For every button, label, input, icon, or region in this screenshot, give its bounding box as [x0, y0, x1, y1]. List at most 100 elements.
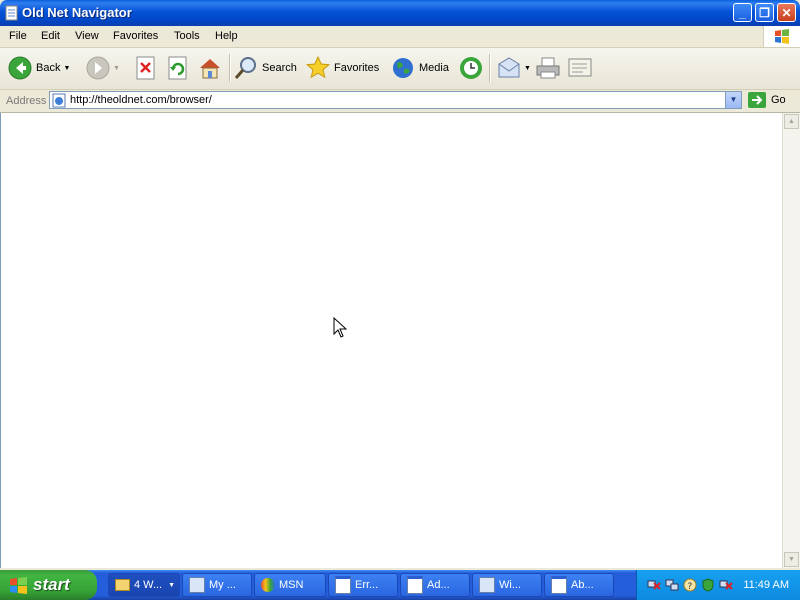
- window-icon: [407, 576, 423, 594]
- page-content[interactable]: [0, 113, 782, 568]
- start-label: start: [33, 575, 70, 594]
- taskbar-item-msn[interactable]: MSN: [254, 573, 326, 597]
- menu-bar: File Edit View Favorites Tools Help: [0, 26, 800, 48]
- favorites-label: Favorites: [334, 62, 380, 74]
- network-warning-icon[interactable]: [719, 578, 733, 592]
- msn-butterfly-icon: [261, 578, 275, 592]
- window-title: Old Net Navigator: [22, 5, 132, 20]
- forward-button[interactable]: ▼: [86, 55, 120, 81]
- restore-button[interactable]: ❐: [755, 3, 774, 22]
- star-icon: [306, 56, 330, 79]
- search-icon: [234, 57, 256, 79]
- print-button[interactable]: [535, 55, 561, 81]
- taskbar-item-my[interactable]: My ...: [182, 573, 252, 597]
- close-icon: ✕: [781, 6, 792, 20]
- window-icon: [551, 576, 567, 594]
- clock[interactable]: 11:49 AM: [743, 579, 789, 591]
- mail-icon: [498, 57, 520, 78]
- page-icon: [52, 93, 66, 108]
- windows-flag-icon: [775, 29, 789, 44]
- windows-flag-icon: [10, 577, 27, 594]
- edit-page-icon: [568, 58, 592, 77]
- search-label: Search: [262, 62, 297, 74]
- title-bar[interactable]: Old Net Navigator _ ❐ ✕: [0, 0, 800, 26]
- menu-file[interactable]: File: [9, 30, 27, 42]
- network-disconnected-icon[interactable]: [647, 578, 661, 592]
- go-arrow-icon: [748, 92, 766, 108]
- chevron-down-icon: ▼: [788, 556, 795, 563]
- media-label: Media: [419, 62, 449, 74]
- back-label: Back: [36, 62, 61, 74]
- taskbar-item-label: Err...: [355, 579, 379, 591]
- refresh-icon: [168, 56, 187, 80]
- taskbar-item-label: Ad...: [427, 579, 450, 591]
- media-globe-icon: [393, 58, 413, 78]
- taskbar-item-label: My ...: [209, 579, 236, 591]
- menu-tools[interactable]: Tools: [174, 30, 200, 42]
- mail-button[interactable]: ▼: [497, 55, 531, 81]
- chevron-down-icon: ▼: [729, 95, 738, 104]
- go-button[interactable]: Go: [748, 92, 786, 108]
- address-dropdown-button[interactable]: ▼: [725, 92, 741, 108]
- taskbar-item-ab[interactable]: Ab...: [544, 573, 614, 597]
- history-clock-icon: [460, 57, 482, 79]
- chevron-down-icon[interactable]: ▼: [524, 65, 531, 72]
- wizard-icon: [479, 577, 495, 593]
- taskbar-item-wi[interactable]: Wi...: [472, 573, 542, 597]
- address-url[interactable]: http://theoldnet.com/browser/: [70, 94, 212, 106]
- taskbar-item-ad[interactable]: Ad...: [400, 573, 470, 597]
- refresh-button[interactable]: [167, 55, 189, 81]
- mouse-cursor-icon: [333, 317, 347, 338]
- chevron-up-icon: ▲: [788, 118, 795, 125]
- back-button[interactable]: Back ▼: [8, 55, 70, 81]
- vertical-scrollbar[interactable]: ▲ ▼: [782, 113, 800, 568]
- forward-arrow-icon: [86, 56, 110, 80]
- scroll-up-button[interactable]: ▲: [784, 114, 799, 129]
- favorites-button[interactable]: Favorites: [306, 55, 379, 81]
- menu-favorites[interactable]: Favorites: [113, 30, 158, 42]
- close-button[interactable]: ✕: [777, 3, 796, 22]
- address-label: Address: [6, 95, 47, 107]
- taskbar-item-label: Ab...: [571, 579, 594, 591]
- minimize-icon: _: [739, 6, 746, 20]
- document-icon: [5, 5, 18, 21]
- toolbar-separator: [229, 54, 231, 82]
- address-bar: Address http://theoldnet.com/browser/ ▼ …: [0, 90, 800, 113]
- back-arrow-icon: [8, 56, 32, 80]
- folder-icon: [115, 579, 130, 591]
- my-computer-icon: [189, 577, 205, 593]
- svg-text:?: ?: [688, 582, 693, 592]
- help-icon[interactable]: ?: [683, 578, 697, 592]
- taskbar-item-label: 4 W...: [134, 579, 163, 591]
- toolbar: Back ▼ ▼ Search Favorites Media ▼: [0, 48, 800, 90]
- minimize-button[interactable]: _: [733, 3, 752, 22]
- address-input[interactable]: http://theoldnet.com/browser/ ▼: [49, 91, 742, 109]
- toolbar-separator: [489, 54, 491, 82]
- printer-icon: [536, 57, 560, 79]
- menu-view[interactable]: View: [75, 30, 99, 42]
- network-icon[interactable]: [665, 578, 679, 592]
- taskbar: start 4 W... ▼ My ... MSN Err... Ad... W…: [0, 570, 800, 600]
- home-button[interactable]: [198, 55, 222, 81]
- history-button[interactable]: [458, 55, 484, 81]
- window-icon: [335, 576, 351, 594]
- windows-logo: [763, 26, 800, 47]
- media-button[interactable]: Media: [391, 55, 449, 81]
- security-shield-icon[interactable]: [701, 578, 715, 592]
- menu-help[interactable]: Help: [215, 30, 238, 42]
- start-button[interactable]: start: [0, 570, 97, 600]
- search-button[interactable]: Search: [234, 55, 297, 81]
- system-tray: ? 11:49 AM: [636, 570, 800, 600]
- scroll-down-button[interactable]: ▼: [784, 552, 799, 567]
- menu-edit[interactable]: Edit: [41, 30, 60, 42]
- chevron-down-icon: ▼: [168, 581, 176, 589]
- chevron-down-icon[interactable]: ▼: [63, 65, 70, 72]
- chevron-down-icon: ▼: [113, 64, 120, 72]
- restore-icon: ❐: [759, 6, 770, 20]
- go-label: Go: [771, 94, 786, 106]
- taskbar-item-err[interactable]: Err...: [328, 573, 398, 597]
- edit-button[interactable]: [567, 55, 593, 81]
- stop-button[interactable]: [135, 55, 157, 81]
- home-icon: [200, 59, 220, 79]
- taskbar-item-folders[interactable]: 4 W... ▼: [108, 573, 180, 597]
